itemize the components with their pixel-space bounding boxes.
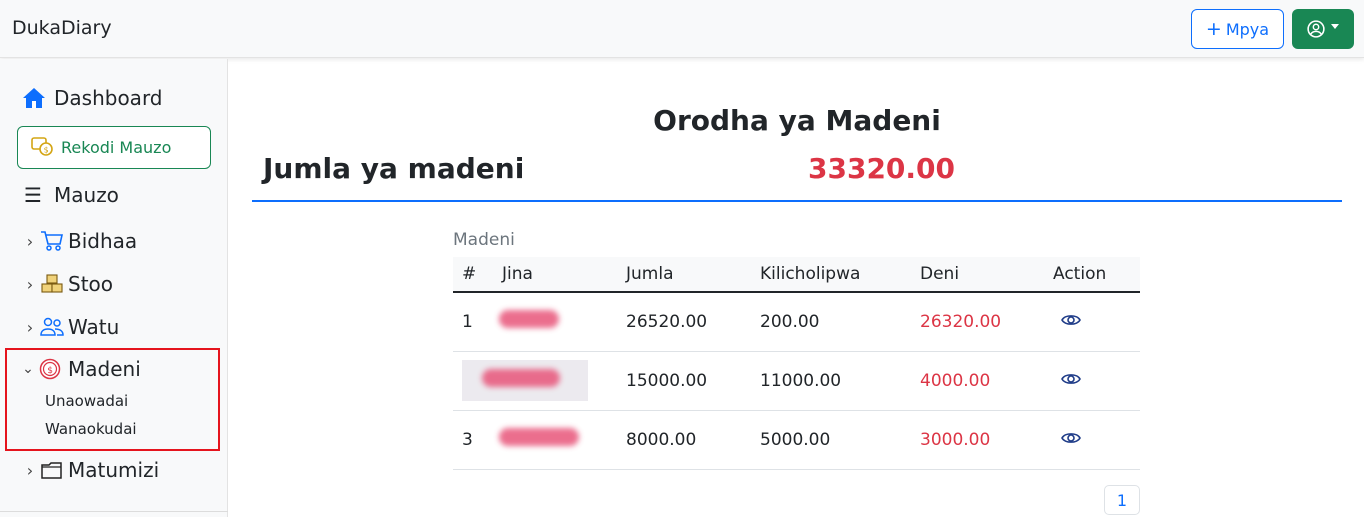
plus-icon: + xyxy=(1205,17,1222,40)
sidebar-subitem-wanaokudai[interactable]: Wanaokudai xyxy=(45,420,137,438)
row-total: 8000.00 xyxy=(626,429,697,450)
chevron-right-icon: › xyxy=(26,274,34,294)
new-button-label: Mpya xyxy=(1225,19,1270,39)
redacted-name xyxy=(462,360,588,401)
page-title: Orodha ya Madeni xyxy=(653,104,941,137)
home-icon xyxy=(22,86,46,110)
row-debt: 26320.00 xyxy=(920,311,1002,332)
column-header-debt: Deni xyxy=(920,264,960,284)
record-sales-label: Rekodi Mauzo xyxy=(61,138,172,157)
view-eye-icon[interactable] xyxy=(1061,312,1081,332)
user-circle-icon xyxy=(1307,20,1325,38)
pagination-page-1[interactable]: 1 xyxy=(1104,485,1140,515)
sidebar-item-label: Bidhaa xyxy=(68,229,138,253)
row-paid: 200.00 xyxy=(760,311,820,332)
chevron-right-icon: › xyxy=(26,231,34,251)
sidebar-item-user[interactable]: › Matumizi xyxy=(21,458,159,482)
brand-logo[interactable]: DukaDiary xyxy=(12,17,112,39)
row-number: 3 xyxy=(462,429,473,450)
chevron-right-icon: › xyxy=(26,460,34,480)
folder-icon xyxy=(39,458,65,482)
sidebar-item-store[interactable]: › Stoo xyxy=(21,272,113,296)
people-icon xyxy=(39,315,65,339)
column-header-number: # xyxy=(462,264,477,284)
sidebar-item-label: Matumizi xyxy=(68,458,160,482)
row-debt: 4000.00 xyxy=(920,370,991,391)
sidebar-divider xyxy=(0,511,228,512)
column-header-total: Jumla xyxy=(626,264,674,284)
sidebar: Dashboard $ Rekodi Mauzo ☰ Mauzo › Bidha… xyxy=(0,59,228,517)
sidebar-subitem-unaowadai[interactable]: Unaowadai xyxy=(45,392,128,410)
row-debt: 3000.00 xyxy=(920,429,991,450)
table-row: 1 26520.00 200.00 26320.00 xyxy=(453,292,1140,351)
cart-icon xyxy=(39,229,65,253)
sidebar-item-dashboard[interactable]: Dashboard xyxy=(22,86,163,110)
sidebar-item-sales[interactable]: ☰ Mauzo xyxy=(24,183,119,207)
table-row: 2 15000.00 11000.00 4000.00 xyxy=(453,351,1140,410)
chevron-down-icon: ⌄ xyxy=(22,361,34,377)
debts-table: # Jina Jumla Kilicholipwa Deni Action 1 … xyxy=(453,257,1140,470)
cash-register-icon: $ xyxy=(31,135,53,161)
header-divider xyxy=(252,200,1342,202)
row-paid: 5000.00 xyxy=(760,429,831,450)
table-caption: Madeni xyxy=(453,230,515,250)
column-header-paid: Kilicholipwa xyxy=(760,264,861,284)
coin-icon: $ xyxy=(37,357,63,381)
view-eye-icon[interactable] xyxy=(1061,371,1081,391)
column-header-name: Jina xyxy=(502,264,533,284)
sidebar-item-products[interactable]: › Bidhaa xyxy=(21,229,137,253)
sidebar-item-people[interactable]: › Watu xyxy=(21,315,119,339)
svg-text:$: $ xyxy=(47,366,53,376)
redacted-name xyxy=(481,301,567,342)
new-button[interactable]: + Mpya xyxy=(1191,9,1284,49)
record-sales-button[interactable]: $ Rekodi Mauzo xyxy=(17,126,211,169)
menu-icon: ☰ xyxy=(24,183,42,207)
user-menu-button[interactable] xyxy=(1292,9,1354,49)
table-row: 3 8000.00 5000.00 3000.00 xyxy=(453,410,1140,469)
total-debts-value: 33320.00 xyxy=(808,152,956,185)
view-eye-icon[interactable] xyxy=(1061,430,1081,450)
row-total: 26520.00 xyxy=(626,311,708,332)
column-header-action: Action xyxy=(1053,264,1107,284)
table-header-row: # Jina Jumla Kilicholipwa Deni Action xyxy=(453,257,1140,292)
chevron-down-icon xyxy=(1331,23,1339,29)
row-number: 1 xyxy=(462,311,473,332)
boxes-icon xyxy=(39,272,65,296)
total-debts-label: Jumla ya madeni xyxy=(263,152,525,185)
row-paid: 11000.00 xyxy=(760,370,842,391)
redacted-name xyxy=(481,419,587,460)
sidebar-item-label: Mauzo xyxy=(54,183,119,207)
sidebar-item-label: Madeni xyxy=(68,357,141,381)
sidebar-item-label: Dashboard xyxy=(54,86,163,110)
chevron-right-icon: › xyxy=(26,317,34,337)
top-navbar: DukaDiary + Mpya xyxy=(0,0,1364,58)
sidebar-item-label: Stoo xyxy=(68,272,114,296)
svg-text:$: $ xyxy=(44,145,49,154)
sidebar-item-debts[interactable]: ⌄ $ Madeni xyxy=(19,357,141,381)
row-total: 15000.00 xyxy=(626,370,708,391)
sidebar-item-label: Watu xyxy=(68,315,120,339)
